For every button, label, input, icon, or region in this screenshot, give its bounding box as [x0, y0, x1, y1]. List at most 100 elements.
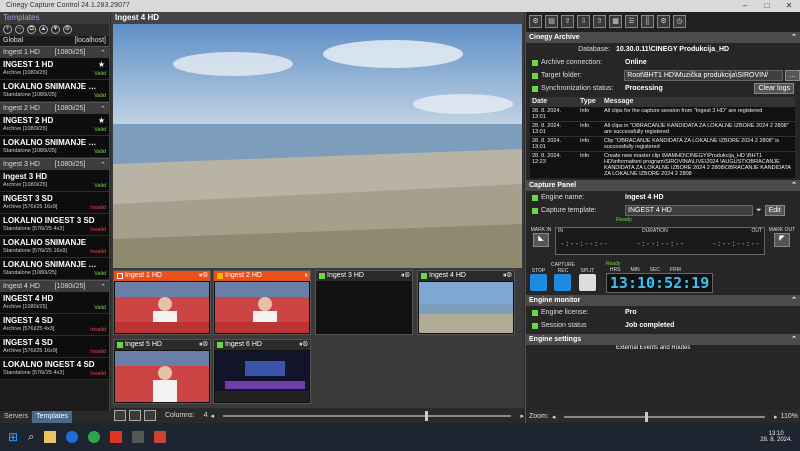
thumb-ingest-4[interactable]: Ingest 4 HD ⏸⊗ — [417, 270, 515, 335]
grid-icon[interactable]: ▦ — [609, 15, 622, 28]
thumb-ingest-5[interactable]: Ingest 5 HD ⏸⊗ — [113, 339, 211, 404]
tape-icon[interactable]: ▤ — [545, 15, 558, 28]
rec-button[interactable] — [554, 274, 572, 291]
barcode-icon[interactable]: ║ — [641, 15, 654, 28]
columns-left-arrow[interactable]: ◂ — [210, 412, 214, 420]
columns-right-arrow[interactable]: ▸ — [520, 412, 524, 420]
maximize-icon[interactable]: □ — [756, 0, 778, 12]
global-row[interactable]: Global [localhost] — [0, 36, 109, 46]
template-group-header[interactable]: Ingest 2 HD [1080i/25] ⌃ — [0, 102, 109, 114]
clock[interactable]: 13:10 28. 8. 2024. — [760, 431, 792, 443]
filter-icon[interactable]: ⏷ — [756, 207, 762, 215]
mark-in-button[interactable]: ◣ — [533, 233, 549, 247]
archive-section-header[interactable]: Cinegy Archive ⌃ — [526, 32, 800, 43]
app-icon[interactable] — [132, 431, 145, 443]
collapse-icon[interactable]: ⌃ — [791, 295, 797, 306]
upload-icon[interactable]: ⇪ — [561, 15, 574, 28]
thumb-ingest-3[interactable]: Ingest 3 HD ⏸⊗ — [315, 270, 413, 335]
edge-icon[interactable] — [66, 431, 79, 443]
clock-icon[interactable]: ◷ — [673, 15, 686, 28]
list-icon[interactable]: ☰ — [625, 15, 638, 28]
capture-panel-header[interactable]: Capture Panel ⌃ — [526, 180, 800, 191]
app-icon[interactable] — [154, 431, 167, 443]
up-icon[interactable]: ▲ — [39, 25, 48, 34]
thumb-controls-icon[interactable]: ⏸⊗ — [401, 272, 410, 280]
template-item[interactable]: INGEST 1 HD Archive [1080i/25] Valid ★ — [0, 58, 109, 80]
edit-button[interactable]: Edit — [764, 205, 785, 216]
thumb-ingest-2[interactable]: Ingest 2 HD ⏸ — [213, 270, 311, 335]
thumb-controls-icon[interactable]: ⏸⊗ — [503, 272, 512, 280]
tab-servers[interactable]: Servers — [0, 411, 32, 423]
zoom-slider[interactable] — [564, 411, 766, 422]
chrome-icon[interactable] — [88, 431, 101, 443]
thumb-controls-icon[interactable]: ⏸ — [305, 272, 309, 280]
tab-templates[interactable]: Templates — [32, 411, 73, 423]
gear-icon[interactable]: ⚙ — [63, 25, 72, 34]
collapse-icon[interactable]: ⌃ — [100, 161, 106, 169]
stop-button[interactable] — [530, 274, 547, 291]
template-item[interactable]: LOKALNO SNIMANJE HD I... Standalone [108… — [0, 80, 109, 102]
collapse-icon[interactable]: ⌃ — [100, 105, 106, 113]
search-icon[interactable]: ⌕ — [28, 431, 34, 444]
template-item[interactable]: LOKALNO INGEST 3 SD Standalone [576i/25 … — [0, 214, 109, 236]
collapse-icon[interactable]: ⌃ — [791, 334, 797, 345]
add-icon[interactable]: + — [3, 25, 12, 34]
star-icon[interactable]: ★ — [98, 60, 105, 69]
mark-out-button[interactable]: ◤ — [774, 233, 790, 247]
download-icon[interactable]: ⇩ — [577, 15, 590, 28]
settings-icon[interactable]: ⚙ — [657, 15, 670, 28]
zoom-right-arrow[interactable]: ▸ — [774, 413, 778, 421]
template-item[interactable]: INGEST 4 SD Archive [576i/25 4x3] Invali… — [0, 314, 109, 336]
thumb-controls-icon[interactable]: ⏸⊗ — [199, 272, 208, 280]
log-row[interactable]: 28. 8. 2024. 13:01 Info All clips in "OBRA… — [530, 121, 795, 137]
star-icon[interactable]: ★ — [98, 116, 105, 125]
template-group-header[interactable]: Ingest 1 HD [1080i/25] ⌃ — [0, 46, 109, 58]
engine-monitor-header[interactable]: Engine monitor ⌃ — [526, 295, 800, 306]
collapse-icon[interactable]: ⌃ — [100, 49, 106, 57]
thumb-controls-icon[interactable]: ⏸⊗ — [299, 341, 308, 349]
copy-icon[interactable]: ⧉ — [27, 25, 36, 34]
remove-icon[interactable]: − — [15, 25, 24, 34]
collapse-icon[interactable]: ⌃ — [791, 180, 797, 191]
zoom-left-arrow[interactable]: ◂ — [552, 413, 556, 421]
close-icon[interactable]: ✕ — [778, 0, 800, 12]
detail-view-icon[interactable] — [144, 410, 156, 421]
grid-view-icon[interactable] — [114, 410, 126, 421]
log-row[interactable]: 28. 8. 2024. 12:23 Info Create new master … — [530, 151, 795, 178]
template-item[interactable]: Ingest 3 HD Archive [1080i/25] Valid — [0, 170, 109, 192]
log-row[interactable]: 28. 8. 2024. 13:01 Info Clip "OBRACANJE KA… — [530, 136, 795, 152]
template-item[interactable]: LOKALNO SNIMANJE HD I... Standalone [108… — [0, 136, 109, 158]
collapse-icon[interactable]: ⌃ — [100, 283, 106, 291]
thumb-ingest-6[interactable]: Ingest 6 HD ⏸⊗ — [213, 339, 311, 404]
target-folder-field[interactable]: Root\BHT1 HD\Muzička produkcija\SIROVIN/ — [624, 70, 783, 81]
col-date[interactable]: Date — [530, 97, 578, 107]
engine-settings-header[interactable]: Engine settings ⌃ — [526, 334, 800, 345]
thumb-controls-icon[interactable]: ⏸⊗ — [199, 341, 208, 349]
template-group-header[interactable]: Ingest 4 HD [1080i/25] ⌃ — [0, 280, 109, 292]
start-icon[interactable]: ⊞ — [8, 430, 18, 444]
list-view-icon[interactable] — [129, 410, 141, 421]
gear-icon[interactable]: ⚙ — [529, 15, 542, 28]
thumb-ingest-1[interactable]: Ingest 1 HD ⏸⊗ — [113, 270, 211, 335]
split-button[interactable] — [578, 274, 596, 291]
col-message[interactable]: Message — [602, 97, 795, 107]
template-item[interactable]: INGEST 2 HD Archive [1080i/25] Valid ★ — [0, 114, 109, 136]
col-type[interactable]: Type — [578, 97, 602, 107]
clear-logs-button[interactable]: Clear logs — [754, 83, 794, 94]
template-item[interactable]: INGEST 3 SD Archive [576i/25 16x9] Inval… — [0, 192, 109, 214]
capture-template-select[interactable]: INGEST 4 HD — [625, 205, 753, 216]
template-item[interactable]: LOKALNO SNIMANJE Standalone [576i/25 16x… — [0, 236, 109, 258]
collapse-icon[interactable]: ⌃ — [791, 32, 797, 43]
template-group-header[interactable]: Ingest 3 HD [1080i/25] ⌃ — [0, 158, 109, 170]
export-icon[interactable]: ⇧ — [593, 15, 606, 28]
down-icon[interactable]: ▼ — [51, 25, 60, 34]
template-item[interactable]: INGEST 4 HD Archive [1080i/25] Valid — [0, 292, 109, 314]
columns-slider[interactable] — [223, 410, 512, 421]
template-item[interactable]: LOKALNO SNIMANJE HD I... Standalone [108… — [0, 258, 109, 280]
template-item[interactable]: LOKALNO INGEST 4 SD Standalone [576i/25 … — [0, 358, 109, 380]
app-icon[interactable] — [110, 431, 123, 443]
folder-icon[interactable] — [44, 431, 57, 443]
log-row[interactable]: 28. 8. 2024. 13:01 Info All clips for the … — [530, 106, 795, 122]
main-preview-video[interactable] — [113, 24, 522, 268]
minimize-icon[interactable]: – — [734, 0, 756, 12]
